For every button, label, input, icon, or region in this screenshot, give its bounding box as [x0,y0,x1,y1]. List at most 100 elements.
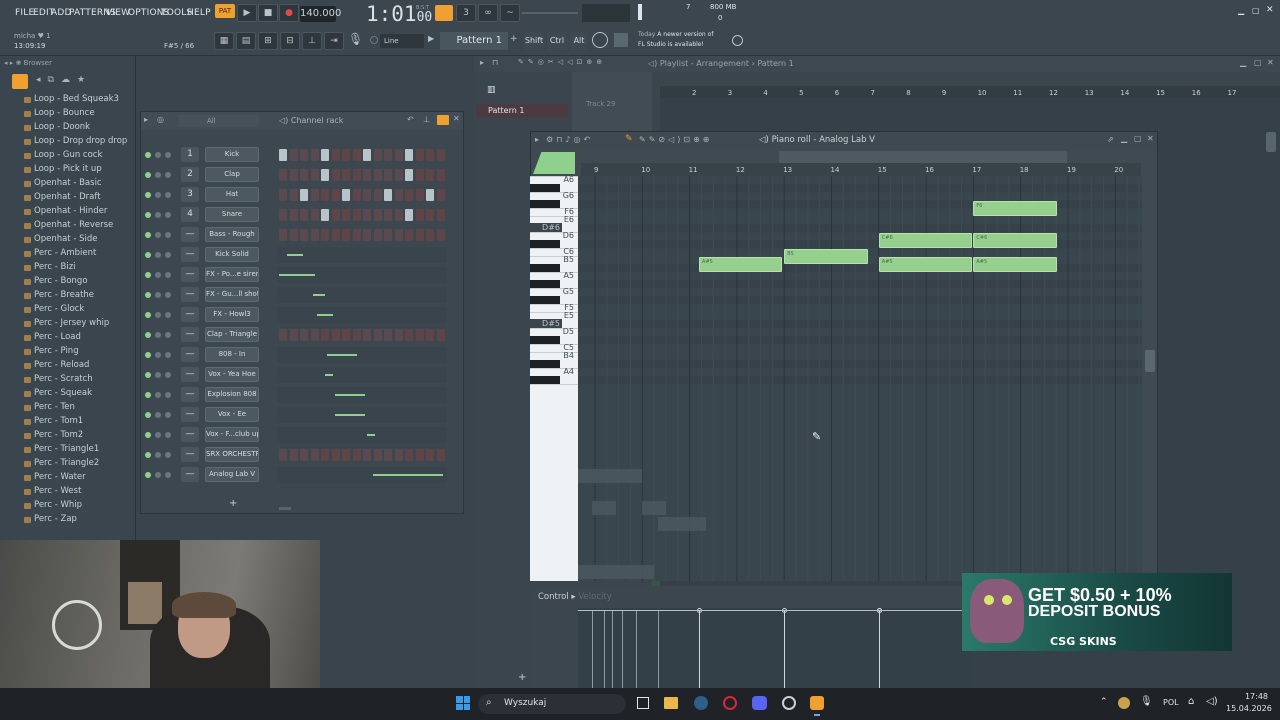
browser-item[interactable]: Perc - Glock [34,304,84,314]
channel-row[interactable]: — FX - Howl3 [141,306,463,324]
step-button[interactable] [342,169,350,181]
step-button[interactable] [405,449,413,461]
channel-knob[interactable] [165,212,171,218]
browser-item[interactable]: Loop - Doonk [34,122,90,132]
channel-knob[interactable] [165,352,171,358]
step-button[interactable] [436,449,445,461]
channel-mixer-track[interactable]: — [181,467,199,482]
step-button[interactable] [373,209,382,221]
rack-graph-icon[interactable]: ⊥ [423,115,430,124]
channel-knob[interactable] [165,172,171,178]
step-button[interactable] [405,149,413,161]
channel-knob[interactable] [165,232,171,238]
step-button[interactable] [384,149,392,161]
channel-name-button[interactable]: Vox - F...club up [205,427,259,442]
channel-name-button[interactable]: Explosion 808 [205,387,259,402]
tray-chevron-icon[interactable]: ⌃ [1100,697,1108,707]
channel-name-button[interactable]: Hat [205,187,259,202]
channel-mute-led[interactable] [145,432,151,438]
piano-roll-preview[interactable] [277,407,447,423]
pr-minimize-icon[interactable]: ▁ [1121,134,1127,143]
pattern-selector[interactable]: Pattern 1 [440,32,508,50]
step-button[interactable] [405,329,413,341]
velocity-bar[interactable] [622,610,623,688]
channel-mixer-track[interactable]: — [181,227,199,242]
browser-toolbar-icons[interactable]: ◂⧉☁★ [36,75,92,85]
step-button[interactable] [394,149,403,161]
step-button[interactable] [394,449,403,461]
task-view-icon[interactable] [637,697,649,709]
channel-name-button[interactable]: 808 - In [205,347,259,362]
piano-roll-preview[interactable] [277,287,447,303]
channel-mute-led[interactable] [145,192,151,198]
step-button[interactable] [310,449,319,461]
channel-row[interactable]: — Clap - Triangle [141,326,463,344]
step-button[interactable] [342,329,350,341]
step-button[interactable] [394,209,403,221]
step-button[interactable] [363,189,371,201]
browser-item[interactable]: Openhat - Hinder [34,206,107,216]
channel-mute-led[interactable] [145,452,151,458]
step-button[interactable] [289,229,298,241]
step-button[interactable] [405,169,413,181]
step-button[interactable] [384,189,392,201]
step-button[interactable] [394,329,403,341]
pencil-icon[interactable]: ✎ [625,134,633,144]
step-button[interactable] [352,229,361,241]
channel-mixer-track[interactable]: — [181,427,199,442]
step-button[interactable] [342,209,350,221]
add-pattern-button[interactable]: + [510,34,520,48]
step-button[interactable] [289,189,298,201]
browser-item[interactable]: Perc - Squeak [34,388,92,398]
step-button[interactable] [279,149,287,161]
shift-key[interactable]: Shift [524,32,544,50]
step-button[interactable] [289,209,298,221]
playlist-minimize-icon[interactable]: ▁ [1240,58,1246,67]
channel-mixer-track[interactable]: — [181,347,199,362]
step-button[interactable] [426,329,434,341]
channel-mixer-track[interactable]: 4 [181,207,199,222]
step-button[interactable] [394,229,403,241]
channel-knob[interactable] [155,452,161,458]
browser-item[interactable]: Perc - Bizi [34,262,76,272]
channel-knob[interactable] [165,372,171,378]
taskbar-search[interactable]: ⌕ Wyszukaj [478,694,626,714]
piano-roll-preview[interactable] [277,427,447,443]
channel-knob[interactable] [155,272,161,278]
browser-item[interactable]: Loop - Bed Squeak3 [34,94,119,104]
channel-mute-led[interactable] [145,372,151,378]
velocity-bar[interactable] [612,610,613,688]
step-button[interactable] [352,189,361,201]
step-button[interactable] [363,329,371,341]
step-button[interactable] [300,209,308,221]
browser-item[interactable]: Openhat - Side [34,234,97,244]
midi-note[interactable]: A#5 [973,257,1057,273]
channel-row[interactable]: — Analog Lab V [141,466,463,484]
midi-note[interactable]: A#5 [699,257,783,273]
step-button[interactable] [394,189,403,201]
pr-overview-strip[interactable] [779,151,1067,163]
channel-knob[interactable] [155,292,161,298]
step-button[interactable] [342,229,350,241]
browser-item[interactable]: Loop - Pick it up [34,164,102,174]
step-button[interactable]: ~ [500,4,520,22]
step-button[interactable] [331,229,340,241]
step-button[interactable] [415,149,424,161]
velocity-bar[interactable] [604,610,605,688]
midi-note[interactable]: F6 [973,201,1057,217]
step-button[interactable] [352,169,361,181]
step-button[interactable] [363,169,371,181]
volume-icon[interactable]: ◁) [1206,696,1218,707]
piano-roll-preview[interactable] [277,347,447,363]
channel-knob[interactable] [165,332,171,338]
step-button[interactable] [373,149,382,161]
channel-name-button[interactable]: Vox - Ee [205,407,259,422]
step-button[interactable] [415,169,424,181]
step-button[interactable] [321,229,329,241]
velocity-bar[interactable] [876,608,882,688]
step-button[interactable] [415,209,424,221]
channel-knob[interactable] [165,392,171,398]
step-button[interactable] [436,169,445,181]
tempo-display[interactable]: 140.000 [300,6,341,22]
velocity-bar[interactable] [697,608,703,688]
